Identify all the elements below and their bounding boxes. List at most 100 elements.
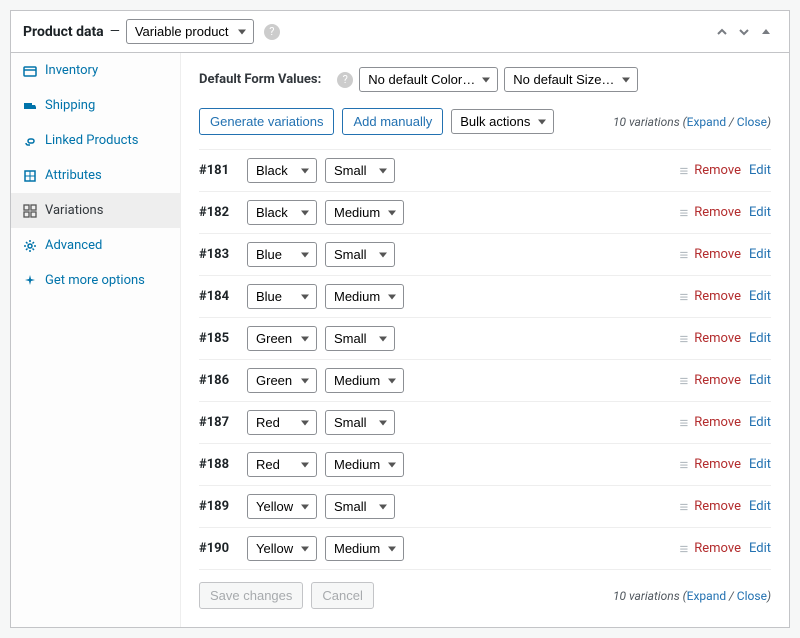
edit-link[interactable]: Edit: [749, 205, 771, 220]
tab-shipping[interactable]: Shipping: [11, 88, 180, 123]
edit-link[interactable]: Edit: [749, 373, 771, 388]
product-data-panel: Product data — Variable product ? Invent…: [10, 10, 790, 628]
actions-row: Generate variations Add manually Bulk ac…: [199, 108, 771, 135]
remove-link[interactable]: Remove: [694, 415, 741, 430]
tab-label: Shipping: [45, 98, 95, 113]
remove-link[interactable]: Remove: [694, 247, 741, 262]
edit-link[interactable]: Edit: [749, 457, 771, 472]
panel-header: Product data — Variable product ?: [11, 11, 789, 53]
footer-row: Save changes Cancel 10 variations (Expan…: [199, 569, 771, 613]
variation-id: #183: [199, 247, 239, 262]
edit-link[interactable]: Edit: [749, 415, 771, 430]
save-changes-button[interactable]: Save changes: [199, 582, 303, 609]
variation-id: #187: [199, 415, 239, 430]
variation-size-select[interactable]: Medium: [325, 536, 404, 561]
title-dash: —: [110, 24, 120, 39]
drag-handle-icon[interactable]: ≡: [679, 456, 686, 474]
variation-size-select[interactable]: Small: [325, 158, 395, 183]
shipping-icon: [23, 99, 37, 113]
help-icon[interactable]: ?: [337, 72, 353, 88]
remove-link[interactable]: Remove: [694, 163, 741, 178]
variation-id: #181: [199, 163, 239, 178]
generate-variations-button[interactable]: Generate variations: [199, 108, 334, 135]
edit-link[interactable]: Edit: [749, 247, 771, 262]
drag-handle-icon[interactable]: ≡: [679, 540, 686, 558]
bulk-actions-select[interactable]: Bulk actions: [451, 109, 554, 134]
remove-link[interactable]: Remove: [694, 205, 741, 220]
drag-handle-icon[interactable]: ≡: [679, 204, 686, 222]
edit-link[interactable]: Edit: [749, 541, 771, 556]
expand-link[interactable]: Expand: [687, 589, 726, 603]
variation-size-select[interactable]: Medium: [325, 452, 404, 477]
variation-id: #188: [199, 457, 239, 472]
tab-linked-products[interactable]: Linked Products: [11, 123, 180, 158]
remove-link[interactable]: Remove: [694, 499, 741, 514]
gear-icon: [23, 239, 37, 253]
close-link[interactable]: Close: [737, 589, 767, 603]
add-manually-button[interactable]: Add manually: [342, 108, 443, 135]
edit-link[interactable]: Edit: [749, 163, 771, 178]
product-type-select[interactable]: Variable product: [126, 19, 254, 44]
drag-handle-icon[interactable]: ≡: [679, 414, 686, 432]
variation-row: #185GreenSmall≡RemoveEdit: [199, 317, 771, 359]
tab-variations[interactable]: Variations: [11, 193, 180, 228]
default-size-select[interactable]: No default Size…: [504, 67, 638, 92]
remove-link[interactable]: Remove: [694, 457, 741, 472]
variation-color-select[interactable]: Yellow: [247, 536, 317, 561]
variation-row: #186GreenMedium≡RemoveEdit: [199, 359, 771, 401]
variation-color-select[interactable]: Yellow: [247, 494, 317, 519]
panel-toggle-icon[interactable]: [755, 26, 777, 38]
remove-link[interactable]: Remove: [694, 541, 741, 556]
variation-color-select[interactable]: Red: [247, 410, 317, 435]
help-icon[interactable]: ?: [264, 24, 280, 40]
default-color-select[interactable]: No default Color…: [359, 67, 498, 92]
variation-size-select[interactable]: Small: [325, 494, 395, 519]
tab-label: Advanced: [45, 238, 102, 253]
edit-link[interactable]: Edit: [749, 289, 771, 304]
remove-link[interactable]: Remove: [694, 373, 741, 388]
variation-size-select[interactable]: Medium: [325, 368, 404, 393]
drag-handle-icon[interactable]: ≡: [679, 498, 686, 516]
tab-label: Attributes: [45, 168, 102, 183]
variation-color-select[interactable]: Green: [247, 326, 317, 351]
variation-size-select[interactable]: Small: [325, 326, 395, 351]
variation-id: #190: [199, 541, 239, 556]
edit-link[interactable]: Edit: [749, 331, 771, 346]
tab-advanced[interactable]: Advanced: [11, 228, 180, 263]
tab-get-more[interactable]: Get more options: [11, 263, 180, 298]
edit-link[interactable]: Edit: [749, 499, 771, 514]
drag-handle-icon[interactable]: ≡: [679, 162, 686, 180]
variation-id: #189: [199, 499, 239, 514]
close-link[interactable]: Close: [737, 115, 767, 129]
variation-color-select[interactable]: Blue: [247, 242, 317, 267]
tab-label: Inventory: [45, 63, 98, 78]
variation-size-select[interactable]: Medium: [325, 284, 404, 309]
variation-size-select[interactable]: Small: [325, 410, 395, 435]
drag-handle-icon[interactable]: ≡: [679, 330, 686, 348]
remove-link[interactable]: Remove: [694, 289, 741, 304]
variation-id: #182: [199, 205, 239, 220]
expand-link[interactable]: Expand: [687, 115, 726, 129]
drag-handle-icon[interactable]: ≡: [679, 372, 686, 390]
drag-handle-icon[interactable]: ≡: [679, 288, 686, 306]
tab-attributes[interactable]: Attributes: [11, 158, 180, 193]
tab-inventory[interactable]: Inventory: [11, 53, 180, 88]
variation-color-select[interactable]: Red: [247, 452, 317, 477]
drag-handle-icon[interactable]: ≡: [679, 246, 686, 264]
variation-color-select[interactable]: Black: [247, 158, 317, 183]
tab-label: Get more options: [45, 273, 145, 288]
cancel-button[interactable]: Cancel: [311, 582, 373, 609]
panel-down-icon[interactable]: [733, 26, 755, 38]
attributes-icon: [23, 169, 37, 183]
variation-color-select[interactable]: Black: [247, 200, 317, 225]
panel-title: Product data: [23, 24, 104, 40]
variation-size-select[interactable]: Small: [325, 242, 395, 267]
variation-size-select[interactable]: Medium: [325, 200, 404, 225]
variation-id: #184: [199, 289, 239, 304]
panel-up-icon[interactable]: [711, 26, 733, 38]
link-icon: [23, 134, 37, 148]
variation-color-select[interactable]: Green: [247, 368, 317, 393]
sparkle-icon: [23, 274, 37, 288]
remove-link[interactable]: Remove: [694, 331, 741, 346]
variation-color-select[interactable]: Blue: [247, 284, 317, 309]
